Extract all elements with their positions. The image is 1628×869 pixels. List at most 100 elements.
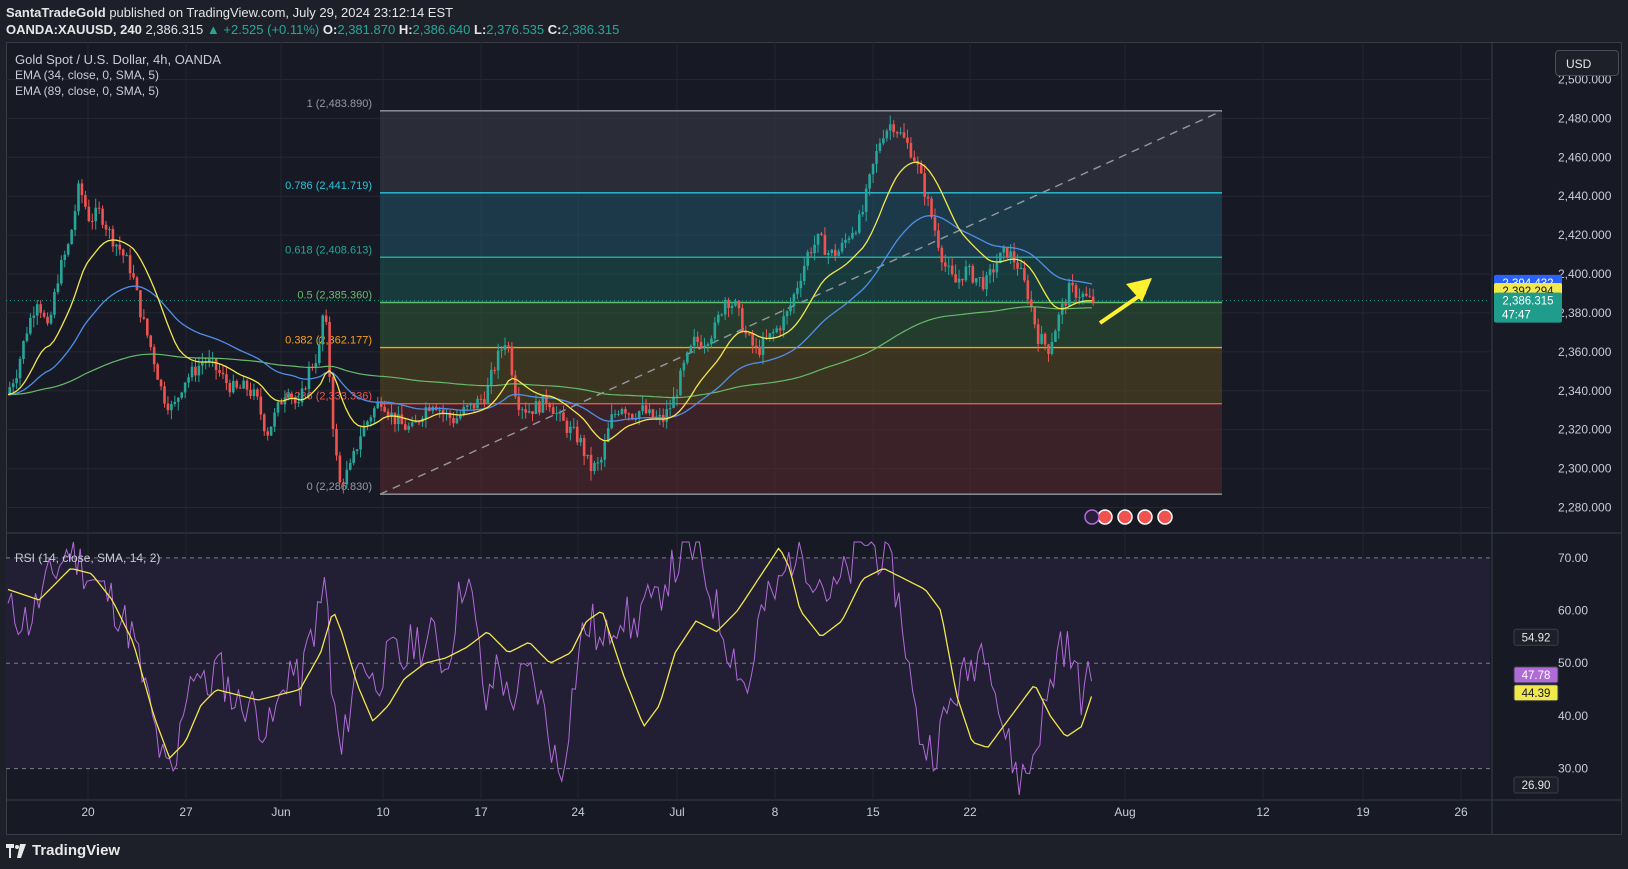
candle-body (42, 312, 46, 317)
candle-body (1040, 333, 1043, 344)
candle-body (538, 401, 541, 413)
rsi-tag-label: 26.90 (1522, 780, 1551, 792)
candle-body (741, 308, 744, 332)
rsi-tag-label: 54.92 (1522, 632, 1551, 644)
candle-body (397, 414, 400, 425)
candle-body (324, 315, 328, 322)
candle-body (94, 207, 98, 222)
candle-body (882, 138, 885, 144)
candle-body (641, 405, 644, 412)
fib-label-0.618: 0.618 (2,408.613) (285, 244, 372, 256)
candle-body (403, 424, 407, 430)
candle-body (197, 365, 201, 376)
fib-zone (380, 110, 1222, 193)
candle-body (761, 338, 765, 355)
candle-body (706, 344, 710, 346)
candle-body (1012, 251, 1016, 263)
candle-body (400, 414, 404, 425)
candle-body (675, 395, 679, 397)
candle-body (961, 278, 964, 281)
price-tick-label: 2,340.000 (1558, 384, 1612, 398)
candle-body (128, 255, 132, 274)
time-tick-label: 27 (179, 805, 193, 819)
candle-body (971, 266, 975, 283)
ema34-legend[interactable]: EMA (34, close, 0, SMA, 5) (15, 68, 159, 82)
candle-body (754, 345, 758, 347)
candle-body (510, 346, 514, 376)
rsi-tick-label: 40.00 (1558, 709, 1588, 723)
candle-body (1088, 295, 1092, 297)
candle-body (90, 220, 94, 222)
candle-body (1036, 324, 1040, 344)
candle-body (858, 214, 861, 233)
candle-body (108, 229, 111, 231)
candle-body (785, 311, 789, 317)
candle-body (1009, 251, 1012, 258)
currency-button[interactable]: USD (1555, 50, 1619, 76)
price-tick-label: 2,360.000 (1558, 345, 1612, 359)
candle-body (304, 388, 307, 390)
time-tick-label: 17 (474, 805, 488, 819)
candle-body (974, 278, 978, 283)
price-tick-label: 2,320.000 (1558, 423, 1612, 437)
candle-body (964, 266, 968, 281)
candle-body (913, 157, 916, 162)
candle-body (118, 244, 122, 250)
candle-body (1002, 247, 1006, 253)
candle-body (194, 366, 197, 376)
candle-body (589, 454, 593, 472)
candle-body (46, 316, 49, 324)
candle-body (1016, 262, 1019, 269)
candle-body (957, 278, 961, 283)
candle-body (393, 412, 397, 425)
candle-body (1005, 247, 1009, 258)
chart-title: Gold Spot / U.S. Dollar, 4h, OANDA (15, 52, 221, 67)
candle-body (672, 396, 675, 409)
candle-body (15, 378, 18, 384)
candle-body (895, 132, 899, 134)
candle-body (80, 183, 84, 196)
candle-body (775, 328, 779, 333)
ema89-legend[interactable]: EMA (89, close, 0, SMA, 5) (15, 84, 159, 98)
candle-body (1043, 333, 1047, 345)
time-tick-label: 12 (1256, 805, 1270, 819)
fib-zone (380, 302, 1222, 348)
event-flag-icon (1157, 509, 1173, 525)
candle-body (417, 421, 421, 423)
chart-canvas[interactable]: 2,500.0002,480.0002,460.0002,440.0002,42… (0, 0, 1628, 869)
candle-body (799, 280, 803, 289)
rsi-legend[interactable]: RSI (14, close, SMA, 14, 2) (15, 551, 160, 565)
tradingview-logo-icon (6, 843, 26, 858)
candle-body (469, 402, 472, 406)
countdown-label: 47:47 (1502, 310, 1531, 322)
candle-body (345, 469, 349, 485)
candle-body (256, 389, 259, 397)
candle-body (452, 417, 455, 424)
event-flag-icon (1097, 509, 1113, 525)
candle-body (507, 345, 510, 347)
candle-body (245, 380, 249, 390)
price-tick-label: 2,380.000 (1558, 306, 1612, 320)
candle-body (575, 426, 579, 443)
candle-body (135, 277, 139, 291)
price-tick-label: 2,300.000 (1558, 462, 1612, 476)
candle-body (909, 142, 913, 158)
candle-body (878, 143, 882, 151)
candle-body (875, 150, 878, 164)
candle-body (331, 376, 335, 429)
candle-body (493, 369, 497, 371)
candle-body (125, 255, 128, 257)
candle-body (273, 412, 276, 427)
candle-body (720, 314, 724, 316)
time-tick-label: 22 (963, 805, 977, 819)
candle-body (933, 217, 937, 231)
candle-body (940, 247, 944, 263)
candle-body (352, 450, 355, 463)
candle-body (386, 411, 390, 416)
candle-body (156, 364, 159, 380)
fib-zone (380, 403, 1222, 495)
candle-body (926, 196, 930, 199)
candle-body (359, 436, 362, 450)
time-tick-label: 10 (376, 805, 390, 819)
rsi-tick-label: 70.00 (1558, 551, 1588, 565)
